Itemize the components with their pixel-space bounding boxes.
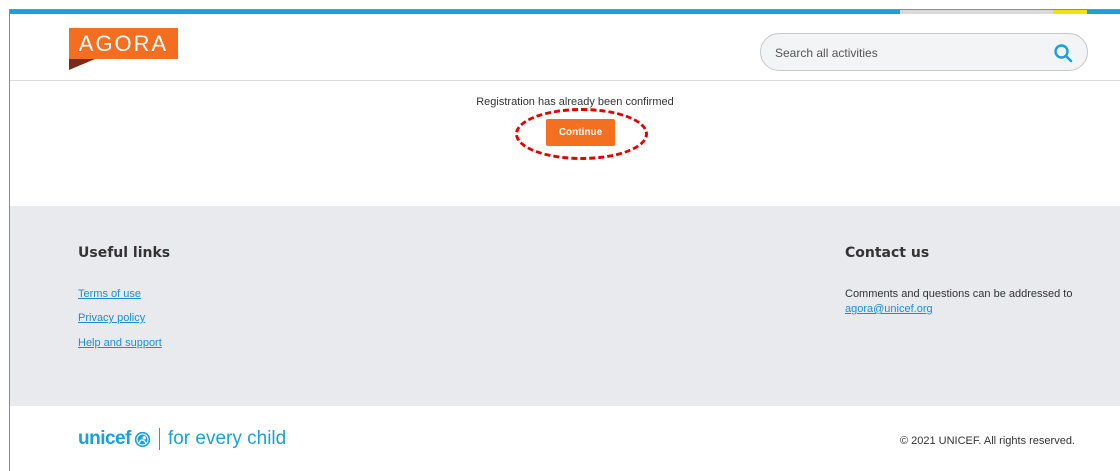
unicef-tagline: for every child: [167, 428, 287, 449]
help-and-support-link[interactable]: Help and support: [78, 337, 162, 349]
contact-text-body: Comments and questions can be addressed …: [845, 288, 1073, 300]
contact-text: Comments and questions can be addressed …: [845, 287, 1095, 317]
agora-logo[interactable]: AGORA: [69, 28, 178, 59]
confirmation-message: Registration has already been confirmed: [476, 96, 674, 108]
continue-button[interactable]: Continue: [546, 119, 615, 146]
privacy-policy-link[interactable]: Privacy policy: [78, 312, 145, 324]
search-box: [760, 33, 1088, 71]
unicef-wordmark: unicef: [78, 428, 131, 449]
logo-flap-decoration: [69, 59, 95, 70]
unicef-emblem-icon: [134, 431, 151, 447]
logo-text: AGORA: [78, 31, 169, 56]
search-input[interactable]: [775, 43, 1035, 63]
bottom-bar: unicef for every child © 2021 UNICEF. Al…: [10, 406, 1120, 471]
copyright-text: © 2021 UNICEF. All rights reserved.: [899, 435, 1075, 447]
contact-email-link[interactable]: agora@unicef.org: [845, 303, 933, 315]
contact-us-heading: Contact us: [845, 245, 930, 261]
search-icon[interactable]: [1053, 43, 1073, 63]
unicef-brand[interactable]: unicef for every child: [78, 428, 286, 450]
main-content: Registration has already been confirmed …: [10, 82, 1120, 206]
useful-links-heading: Useful links: [78, 245, 171, 261]
terms-of-use-link[interactable]: Terms of use: [78, 288, 141, 300]
brand-separator: [158, 428, 160, 450]
browser-viewport: AGORA Registration has already been conf…: [9, 9, 1120, 471]
site-header: AGORA: [10, 14, 1120, 81]
site-footer: Useful links Terms of use Privacy policy…: [10, 206, 1120, 406]
